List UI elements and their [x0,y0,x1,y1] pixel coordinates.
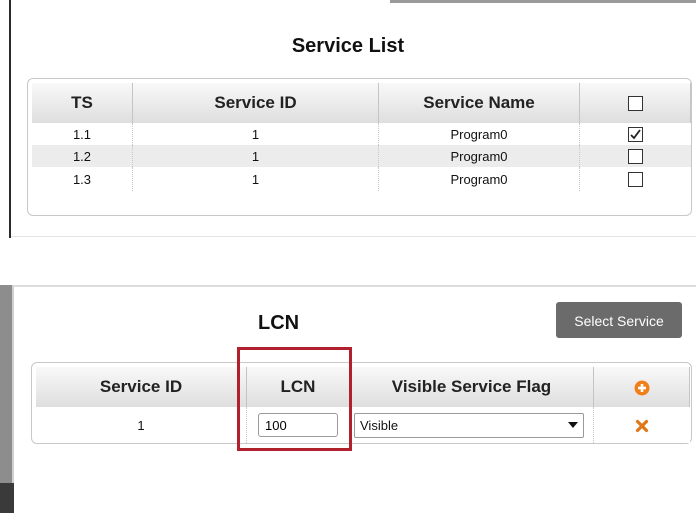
visible-flag-cell: Visible [349,407,594,443]
service-name-cell: Program0 [378,167,580,191]
checkbox-cell [579,123,691,145]
visible-flag-value: Visible [360,417,399,433]
plus-circle-icon[interactable] [634,380,650,396]
column-header-visible-service-flag[interactable]: Visible Service Flag [349,367,594,407]
column-header-service-name[interactable]: Service Name [378,83,580,123]
dropdown-arrow-icon [568,422,578,428]
row-checkbox[interactable] [627,127,643,143]
service-list-panel: Service List TS Service ID Service Name … [0,0,696,238]
service-name-cell: Program0 [378,145,580,167]
lcn-table-container: Service ID LCN Visible Service Flag 1 10… [31,362,692,444]
background-window-dark-edge [0,483,14,513]
ts-cell: 1.1 [32,123,133,145]
delete-x-icon[interactable] [635,419,649,433]
panel-border-top [13,285,696,287]
lcn-cell [246,407,350,443]
remove-cell [593,407,690,443]
row-checkbox[interactable] [627,172,643,188]
table-row[interactable]: 1.2 1 Program0 [32,145,691,167]
select-all-checkbox[interactable] [627,96,643,112]
service-id-cell: 1 [132,145,379,167]
lcn-title: LCN [258,312,300,334]
row-checkbox[interactable] [627,149,643,165]
column-header-ts[interactable]: TS [32,83,133,123]
checkbox-cell [579,145,691,167]
ts-cell: 1.3 [32,167,133,191]
service-id-cell: 1 [36,407,247,443]
column-header-lcn[interactable]: LCN [246,367,350,407]
select-service-button[interactable]: Select Service [556,302,682,338]
table-row[interactable]: 1.3 1 Program0 [32,167,691,191]
column-header-service-id[interactable]: Service ID [36,367,247,407]
service-id-cell: 1 [132,123,379,145]
checkbox-cell [579,167,691,191]
service-list-title: Service List [291,35,405,57]
column-header-service-id[interactable]: Service ID [132,83,379,123]
table-row[interactable]: 1.1 1 Program0 [32,123,691,145]
service-name-cell: Program0 [378,123,580,145]
lcn-panel: LCN Select Service Service ID LCN Visibl… [0,285,696,513]
lcn-table: Service ID LCN Visible Service Flag 1 10… [36,367,690,443]
column-header-select-all [579,83,691,123]
column-header-add [593,367,690,407]
panel-border-bottom [11,236,696,237]
panel-border-left [12,285,14,513]
service-id-cell: 1 [132,167,379,191]
table-row: 1 Visible [36,407,690,443]
service-list-table: TS Service ID Service Name 1.1 1 Program… [32,83,691,191]
panel-border-top [390,0,696,3]
checkmark-icon [630,129,641,140]
ts-cell: 1.2 [32,145,133,167]
service-list-table-container: TS Service ID Service Name 1.1 1 Program… [27,78,692,216]
lcn-input[interactable] [258,413,338,437]
visible-flag-select[interactable]: Visible [354,412,584,438]
